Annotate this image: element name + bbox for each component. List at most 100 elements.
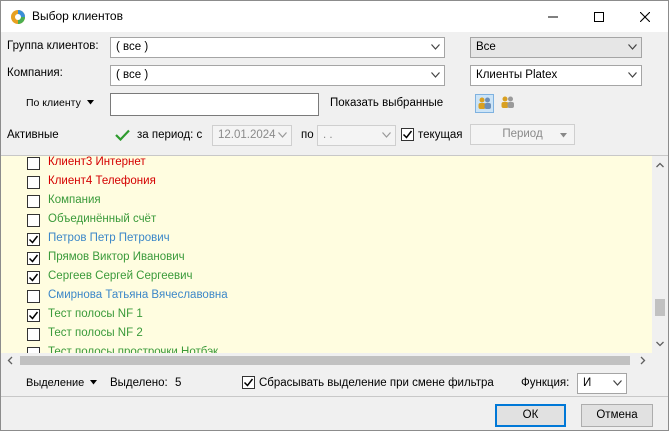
company-select[interactable]: ( все ) [110, 65, 445, 86]
vertical-scroll-thumb[interactable] [655, 299, 665, 316]
client-checkbox[interactable] [27, 195, 40, 208]
client-list-item[interactable]: Клиент4 Телефония [1, 173, 652, 192]
client-list: Клиент3 Интернет Клиент4 Телефония Компани… [1, 155, 668, 367]
checkmark-icon [28, 311, 39, 320]
horizontal-scrollbar[interactable] [1, 353, 652, 367]
client-list-rows: Клиент3 Интернет Клиент4 Телефония Компани… [1, 156, 652, 353]
chevron-down-icon [628, 72, 637, 78]
date-from-picker[interactable]: 12.01.2024 [212, 125, 292, 146]
company-client-value: Клиенты Platex [476, 69, 558, 81]
title-bar: Выбор клиентов [1, 1, 668, 32]
client-group-select[interactable]: ( все ) [110, 37, 445, 58]
client-list-item[interactable]: Компания [1, 192, 652, 211]
current-period-checkbox[interactable] [401, 128, 414, 141]
scroll-down-icon[interactable] [652, 337, 668, 351]
client-name: Тест полосы NF 1 [48, 308, 143, 320]
window-title: Выбор клиентов [32, 9, 123, 23]
caret-down-icon [90, 380, 98, 385]
client-checkbox[interactable] [27, 290, 40, 303]
company-label: Компания: [7, 67, 63, 79]
show-selected-toggle[interactable] [475, 94, 494, 113]
client-name: Сергеев Сергей Сергеевич [48, 270, 193, 282]
client-checkbox[interactable] [27, 233, 40, 246]
checkmark-icon [402, 130, 413, 139]
company-client-select[interactable]: Клиенты Platex [470, 65, 642, 86]
horizontal-scroll-thumb[interactable] [20, 356, 630, 365]
client-checkbox[interactable] [27, 157, 40, 170]
client-name: Тест полосы прострочки Hотбэк [48, 346, 219, 353]
footer-divider [1, 396, 668, 397]
active-label: Активные [7, 129, 59, 141]
client-list-item[interactable]: Петров Петр Петрович [1, 230, 652, 249]
period-button[interactable]: Период [470, 124, 575, 145]
client-list-item[interactable]: Объединённый счёт [1, 211, 652, 230]
date-from-value: 12.01.2024 [218, 129, 276, 141]
vertical-scrollbar[interactable] [652, 156, 668, 353]
close-button[interactable] [622, 1, 668, 32]
chevron-down-icon [278, 132, 287, 138]
app-logo-icon [11, 10, 25, 24]
chevron-down-icon [382, 132, 391, 138]
date-to-picker[interactable]: . . [317, 125, 396, 146]
maximize-button[interactable] [576, 1, 622, 32]
period-button-label: Период [502, 128, 543, 140]
client-list-item[interactable]: Тест полосы NF 2 [1, 325, 652, 344]
client-group-value: ( все ) [116, 41, 149, 53]
current-period-label: текущая [418, 129, 463, 141]
period-to-label: по [301, 129, 314, 141]
client-list-item[interactable]: Клиент3 Интернет [1, 156, 652, 173]
close-icon [640, 11, 650, 22]
client-list-item[interactable]: Тест полосы NF 1 [1, 306, 652, 325]
selected-count-label: Выделено: [110, 377, 168, 389]
client-checkbox[interactable] [27, 328, 40, 341]
by-client-dropdown-button[interactable]: По клиенту [26, 97, 94, 109]
chevron-down-icon [431, 72, 440, 78]
selection-label: Выделение [26, 377, 85, 389]
client-checkbox[interactable] [27, 271, 40, 284]
client-checkbox[interactable] [27, 309, 40, 322]
checkmark-icon[interactable] [115, 129, 130, 141]
period-from-label: за период: с [137, 129, 203, 141]
date-to-value: . . [323, 129, 333, 141]
checkmark-icon [243, 378, 254, 387]
scrollbar-corner [652, 353, 668, 367]
reset-selection-checkbox[interactable] [242, 376, 255, 389]
client-list-item[interactable]: Прямов Виктор Иванович [1, 249, 652, 268]
client-name: Компания [48, 194, 101, 206]
client-list-item[interactable]: Тест полосы прострочки Hотбэк [1, 344, 652, 353]
checkmark-icon [28, 254, 39, 263]
client-checkbox[interactable] [27, 176, 40, 189]
by-client-label: По клиенту [26, 97, 81, 109]
minimize-button[interactable] [530, 1, 576, 32]
client-checkbox[interactable] [27, 214, 40, 227]
function-value: И [583, 377, 592, 389]
caret-down-icon [560, 133, 567, 138]
function-select[interactable]: И [577, 373, 627, 394]
client-list-item[interactable]: Сергеев Сергей Сергеевич [1, 268, 652, 287]
client-checkbox[interactable] [27, 252, 40, 265]
show-selected-label: Показать выбранные [330, 97, 444, 109]
client-list-item[interactable]: Смирнова Татьяна Вячеславовна [1, 287, 652, 306]
client-name: Объединённый счёт [48, 213, 157, 225]
client-group-mode-select[interactable]: Все [470, 37, 642, 58]
checkmark-icon [28, 273, 39, 282]
selection-dropdown-button[interactable]: Выделение [26, 377, 98, 389]
client-name: Клиент4 Телефония [48, 175, 156, 187]
cancel-button[interactable]: Отмена [581, 404, 653, 427]
show-all-toggle[interactable] [499, 94, 518, 113]
scroll-left-icon[interactable] [3, 353, 17, 367]
scroll-right-icon[interactable] [636, 353, 650, 367]
maximize-icon [594, 11, 604, 22]
client-search-input[interactable] [110, 93, 319, 116]
chevron-down-icon [431, 44, 440, 50]
scroll-up-icon[interactable] [652, 158, 668, 172]
client-selection-dialog: Выбор клиентов Группа клиентов: ( все ) … [0, 0, 669, 431]
client-name: Прямов Виктор Иванович [48, 251, 185, 263]
checkmark-icon [28, 235, 39, 244]
users-filter-icon [478, 97, 491, 109]
users-icon [501, 96, 514, 108]
client-name: Смирнова Татьяна Вячеславовна [48, 289, 228, 301]
client-name: Петров Петр Петрович [48, 232, 170, 244]
client-name: Тест полосы NF 2 [48, 327, 143, 339]
ok-button[interactable]: ОК [495, 404, 566, 427]
